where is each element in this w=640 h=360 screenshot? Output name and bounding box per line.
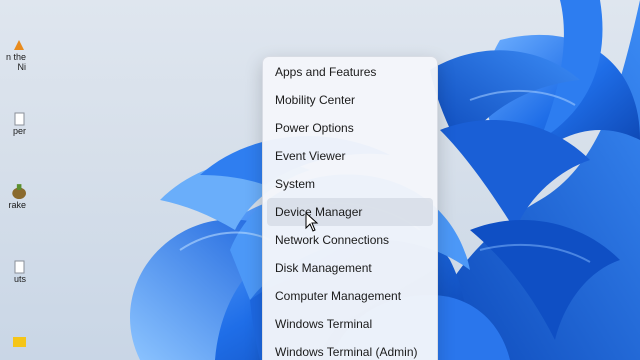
desktop-shortcut-5[interactable]	[0, 334, 26, 348]
menu-item-network-connections[interactable]: Network Connections	[267, 226, 433, 254]
desktop-shortcut-4[interactable]: uts	[0, 260, 26, 284]
document-icon	[14, 260, 25, 274]
menu-item-windows-terminal[interactable]: Windows Terminal	[267, 310, 433, 338]
menu-item-mobility-center[interactable]: Mobility Center	[267, 86, 433, 114]
menu-item-event-viewer[interactable]: Event Viewer	[267, 142, 433, 170]
app-icon	[12, 184, 26, 199]
shortcut-icon	[14, 40, 24, 50]
desktop-shortcut-2[interactable]: per	[0, 112, 26, 136]
menu-item-apps-and-features[interactable]: Apps and Features	[267, 58, 433, 86]
desktop-shortcut-4-label: uts	[13, 274, 26, 284]
menu-item-disk-management[interactable]: Disk Management	[267, 254, 433, 282]
desktop-shortcut-1[interactable]: n the Ni	[0, 38, 26, 72]
desktop-shortcut-3[interactable]: rake	[0, 182, 26, 210]
folder-icon	[13, 337, 26, 347]
menu-item-windows-terminal-admin[interactable]: Windows Terminal (Admin)	[267, 338, 433, 360]
menu-item-computer-management[interactable]: Computer Management	[267, 282, 433, 310]
desktop-shortcut-1-label-line1: n the	[5, 52, 26, 62]
desktop-shortcut-3-label: rake	[8, 200, 26, 210]
desktop-shortcut-2-label: per	[12, 126, 26, 136]
winx-context-menu: Apps and Features Mobility Center Power …	[262, 56, 438, 360]
desktop-shortcut-1-label-line2: Ni	[17, 62, 27, 72]
menu-item-device-manager[interactable]: Device Manager	[267, 198, 433, 226]
menu-item-system[interactable]: System	[267, 170, 433, 198]
desktop: n the Ni per rake uts Apps and Features …	[0, 0, 640, 360]
mouse-pointer-icon	[305, 212, 319, 232]
menu-item-power-options[interactable]: Power Options	[267, 114, 433, 142]
document-icon	[14, 112, 25, 126]
